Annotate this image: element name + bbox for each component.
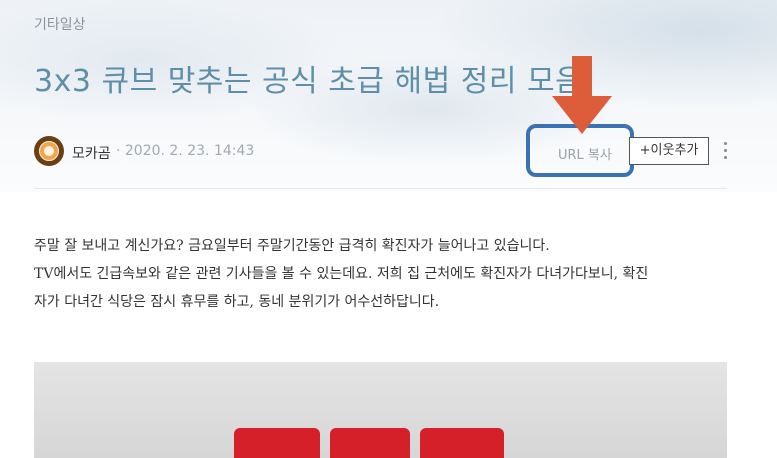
- cube-tile: [234, 428, 320, 458]
- header-divider: [34, 188, 727, 189]
- add-neighbor-button[interactable]: +이웃추가: [629, 137, 709, 165]
- author-name[interactable]: 모카곰: [72, 143, 111, 163]
- cube-tile: [420, 428, 504, 458]
- body-paragraph: 자가 다녀간 식당은 잠시 휴무를 하고, 동네 분위기가 어수선하답니다.: [34, 294, 440, 310]
- post-body: 주말 잘 보내고 계신가요? 금요일부터 주말기간동안 급격히 확진자가 늘어나…: [34, 232, 734, 316]
- more-options-icon[interactable]: [722, 142, 728, 164]
- annotation-down-arrow: [552, 56, 612, 134]
- author-avatar[interactable]: [34, 136, 64, 166]
- body-paragraph: TV에서도 긴급속보와 같은 관련 기사들을 볼 수 있는데요. 저희 집 근처…: [34, 266, 649, 282]
- post-category[interactable]: 기타일상: [34, 14, 86, 34]
- post-title: 3x3 큐브 맞추는 공식 초급 해법 정리 모음: [34, 64, 584, 99]
- cube-photo[interactable]: [34, 362, 727, 458]
- cube-tile: [330, 428, 410, 458]
- body-paragraph: 주말 잘 보내고 계신가요? 금요일부터 주말기간동안 급격히 확진자가 늘어나…: [34, 238, 550, 254]
- avatar-face: [44, 146, 54, 156]
- post-date: · 2020. 2. 23. 14:43: [116, 143, 255, 159]
